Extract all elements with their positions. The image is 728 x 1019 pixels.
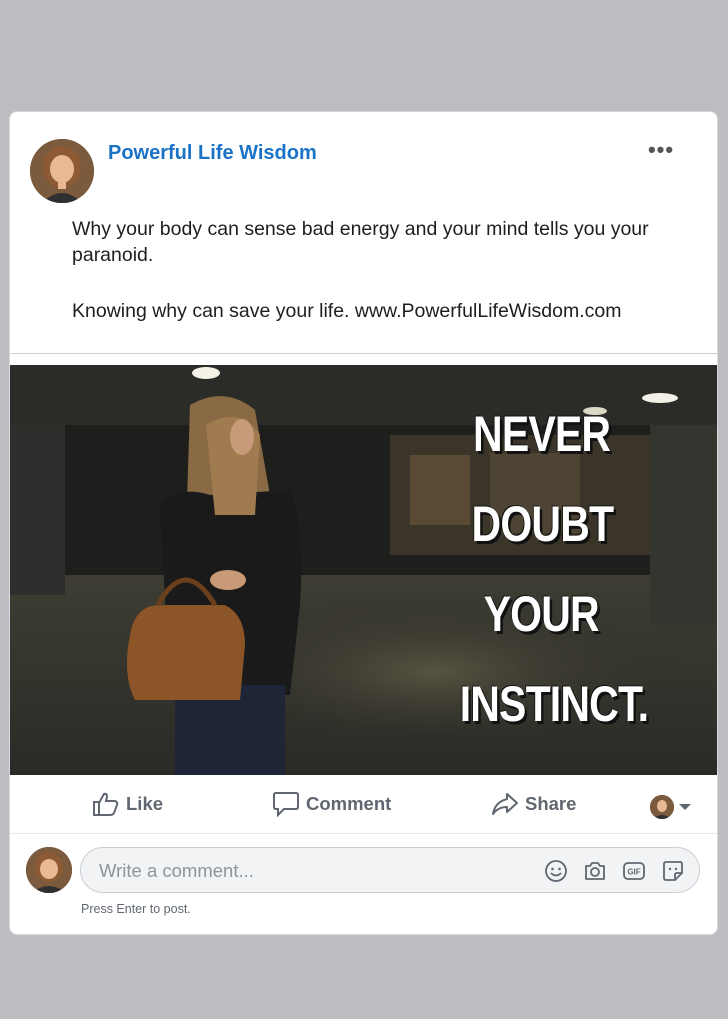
avatar-image	[650, 795, 674, 819]
press-enter-hint: Press Enter to post.	[81, 902, 191, 916]
author-avatar[interactable]	[30, 139, 94, 203]
smiley-icon[interactable]	[544, 859, 568, 883]
overlay-text-line: NEVER	[472, 406, 611, 462]
comment-composer: GIF	[10, 843, 717, 899]
comment-tools: GIF	[529, 859, 685, 883]
action-bar: Like Comment Share	[10, 775, 717, 834]
chevron-down-icon	[679, 804, 691, 810]
post-paragraph: Why your body can sense bad energy and y…	[72, 218, 649, 266]
like-label: Like	[126, 793, 164, 814]
avatar[interactable]	[26, 847, 72, 893]
like-button[interactable]: Like	[92, 789, 163, 819]
avatar-image	[30, 139, 94, 203]
comment-input[interactable]	[97, 848, 531, 894]
sticker-icon[interactable]	[661, 859, 685, 883]
overlay-text-line: INSTINCT.	[459, 676, 649, 732]
camera-icon[interactable]	[583, 859, 607, 883]
reaction-identity-selector[interactable]	[650, 795, 691, 819]
share-button[interactable]: Share	[491, 789, 576, 819]
post-image[interactable]: NEVER DOUBT YOUR INSTINCT.	[10, 365, 717, 775]
comment-label: Comment	[306, 793, 392, 814]
comment-button[interactable]: Comment	[272, 789, 391, 819]
speech-bubble-icon	[273, 792, 299, 817]
comment-box: GIF	[80, 847, 700, 894]
avatar-image	[26, 847, 72, 893]
divider	[10, 353, 717, 354]
thumbs-up-icon	[93, 792, 119, 816]
share-label: Share	[525, 793, 577, 814]
more-options-button[interactable]: •••	[645, 139, 677, 164]
gif-icon[interactable]: GIF	[622, 859, 646, 883]
author-name-link[interactable]: Powerful Life Wisdom	[108, 142, 317, 165]
avatar	[650, 795, 674, 819]
share-arrow-icon	[492, 793, 518, 815]
post-paragraph: Knowing why can save your life. www.Powe…	[72, 300, 622, 322]
post-text: Why your body can sense bad energy and y…	[72, 216, 712, 354]
svg-text:GIF: GIF	[627, 868, 640, 877]
overlay-text-line: YOUR	[483, 586, 599, 642]
overlay-text-line: DOUBT	[471, 496, 614, 552]
post-card: Powerful Life Wisdom ••• Why your body c…	[9, 111, 718, 935]
